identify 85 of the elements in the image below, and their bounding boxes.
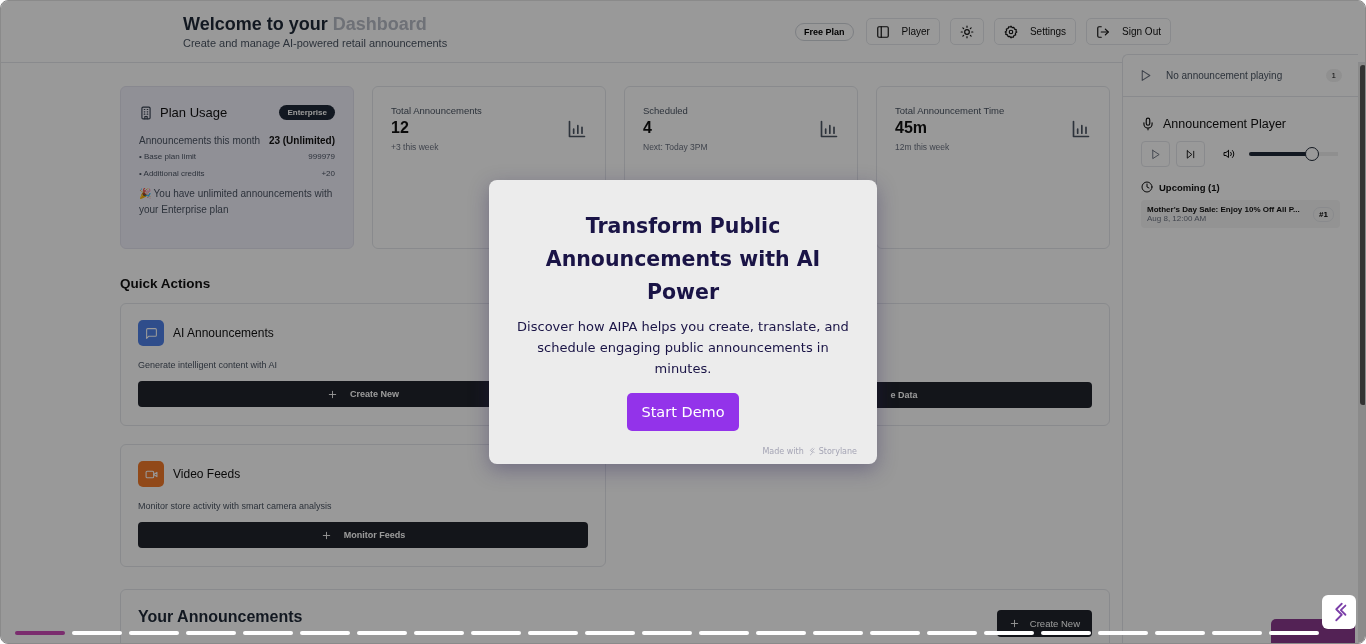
progress-step[interactable] — [243, 631, 293, 635]
modal-title: Transform Public Announcements with AI Power — [544, 213, 822, 306]
stat-label: Total Announcement Time — [895, 105, 1005, 116]
skip-icon — [1185, 148, 1196, 160]
now-playing-status: No announcement playing — [1166, 70, 1283, 81]
stat-detail: +3 this week — [391, 142, 440, 152]
usage-label: • Base plan limit — [139, 152, 197, 161]
clock-icon — [1141, 181, 1153, 193]
panel-icon — [875, 24, 890, 39]
play-button[interactable] — [1141, 141, 1170, 167]
usage-value: 999979 — [308, 152, 335, 161]
count-badge: 1 — [1325, 69, 1342, 82]
progress-step[interactable] — [129, 631, 179, 635]
progress-step[interactable] — [300, 631, 350, 635]
stat-value: 12 — [391, 119, 410, 137]
play-icon — [1150, 148, 1161, 160]
usage-value: +20 — [321, 169, 335, 178]
usage-label: • Additional credits — [139, 169, 205, 178]
building-icon — [139, 105, 153, 120]
sign-out-button[interactable]: Sign Out — [1086, 18, 1171, 45]
queue-badge: #1 — [1313, 206, 1334, 222]
progress-step[interactable] — [585, 631, 635, 635]
volume-thumb[interactable] — [1305, 147, 1320, 161]
microphone-icon — [1141, 117, 1155, 131]
section-title: Your Announcements — [138, 608, 303, 626]
upcoming-heading: Upcoming (1) — [1159, 181, 1220, 193]
stat-detail: 12m this week — [895, 142, 951, 152]
progress-step[interactable] — [927, 631, 977, 635]
skip-button[interactable] — [1176, 141, 1205, 167]
progress-step[interactable] — [15, 631, 65, 635]
progress-step[interactable] — [1212, 631, 1262, 635]
stat-label: Scheduled — [643, 105, 689, 116]
progress-step[interactable] — [1098, 631, 1148, 635]
card-title: Plan Usage — [160, 105, 228, 120]
usage-value: 23 (Unlimited) — [268, 135, 335, 146]
plus-icon — [320, 529, 332, 541]
card-description: Monitor store activity with smart camera analysis — [138, 501, 333, 511]
progress-step[interactable] — [72, 631, 122, 635]
progress-step[interactable] — [1041, 631, 1091, 635]
plus-icon — [327, 388, 338, 400]
progress-step[interactable] — [756, 631, 806, 635]
panel-title: Announcement Player — [1163, 117, 1286, 131]
action-button[interactable]: Monitor Feeds — [138, 522, 588, 548]
progress-step[interactable] — [357, 631, 407, 635]
plan-badge: Enterprise — [279, 105, 335, 120]
credit-text: Made with — [762, 447, 804, 456]
card-description: Generate intelligent content with AI — [138, 360, 279, 370]
bar-chart-icon — [819, 119, 839, 139]
chat-icon — [144, 326, 158, 340]
stat-value: 4 — [643, 119, 653, 137]
card-title: AI Announcements — [173, 326, 274, 340]
progress-step[interactable] — [186, 631, 236, 635]
page-subtitle: Create and manage AI-powered retail announcements — [183, 37, 448, 49]
play-icon — [1139, 69, 1152, 82]
stat-detail: Next: Today 3PM — [643, 142, 708, 152]
progress-step[interactable] — [699, 631, 749, 635]
plus-icon — [1008, 618, 1020, 629]
stat-value: 45m — [895, 119, 929, 137]
settings-icon — [1003, 24, 1018, 39]
brand-logo-button[interactable] — [1322, 595, 1356, 629]
progress-step[interactable] — [642, 631, 692, 635]
sign-out-icon — [1096, 24, 1111, 39]
theme-toggle-button[interactable] — [949, 18, 984, 45]
progress-step[interactable] — [1155, 631, 1205, 635]
bar-chart-icon — [567, 119, 587, 139]
sun-icon — [959, 24, 974, 39]
player-toggle-button[interactable]: Player — [865, 18, 940, 45]
upcoming-time: Aug 8, 12:00 AM — [1147, 214, 1208, 223]
bar-chart-icon — [1071, 119, 1091, 139]
progress-step[interactable] — [528, 631, 578, 635]
progress-step[interactable] — [984, 631, 1034, 635]
card-title: Video Feeds — [173, 467, 241, 481]
usage-label: Announcements this month — [139, 135, 261, 146]
start-demo-button[interactable]: Start Demo — [627, 393, 739, 431]
progress-step[interactable] — [471, 631, 521, 635]
modal-text: Discover how AIPA helps you create, translate, and schedule engaging public announcements in minutes. — [516, 318, 850, 378]
plan-note: 🎉 You have unlimited announcements with your Enterprise plan — [139, 187, 334, 217]
progress-step[interactable] — [414, 631, 464, 635]
stat-label: Total Announcements — [391, 105, 482, 116]
progress-step[interactable] — [813, 631, 863, 635]
progress-step[interactable] — [870, 631, 920, 635]
volume-icon — [1223, 148, 1235, 160]
upcoming-title: Mother's Day Sale: Enjoy 10% Off All P... — [1147, 205, 1300, 214]
upcoming-item[interactable]: Mother's Day Sale: Enjoy 10% Off All P... Aug 8, 12:00 AM #1 — [1141, 200, 1340, 228]
settings-button[interactable]: Settings — [993, 18, 1077, 45]
